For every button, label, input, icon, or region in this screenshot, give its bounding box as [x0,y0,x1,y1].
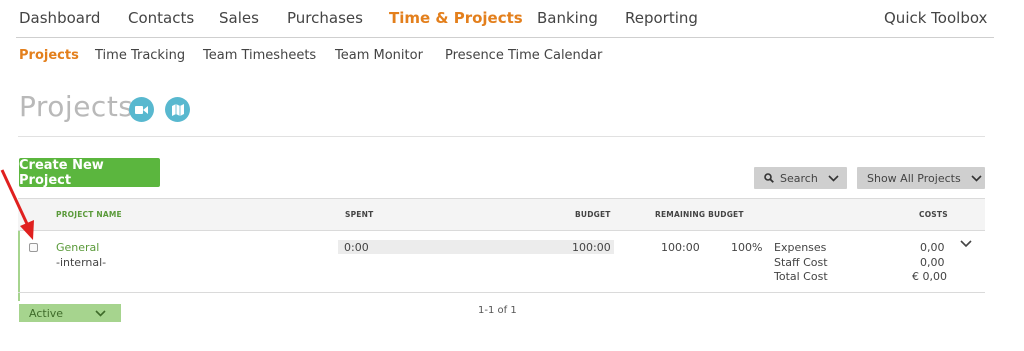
staff-cost-value: 0,00 [920,256,945,269]
table-header [18,198,985,231]
chevron-down-icon [971,174,982,182]
annotation-arrow-icon [0,169,34,240]
row-divider [18,292,985,293]
expand-row-chevron-icon[interactable] [960,240,972,248]
column-header-remaining-budget[interactable]: REMAINING BUDGET [655,210,744,219]
nav-reporting[interactable]: Reporting [625,9,698,27]
spent-value: 0:00 [344,241,369,254]
nav-contacts[interactable]: Contacts [128,9,194,27]
video-icon[interactable] [129,97,154,122]
nav-divider [16,37,994,38]
nav-quick-toolbox[interactable]: Quick Toolbox [884,9,987,27]
subnav-team-monitor[interactable]: Team Monitor [335,48,423,63]
map-icon[interactable] [165,97,190,122]
project-client: -internal- [56,256,107,269]
status-filter-value: Active [29,306,64,320]
pagination-info: 1-1 of 1 [478,305,517,316]
expenses-label: Expenses [774,241,827,254]
status-filter-select[interactable]: Active [19,304,121,322]
remaining-budget-value: 100:00 [661,241,700,254]
total-cost-label: Total Cost [774,270,828,283]
search-icon [764,173,774,183]
page-title: Projects [19,90,134,123]
nav-time-projects[interactable]: Time & Projects [389,9,523,27]
total-cost-value: € 0,00 [912,270,947,283]
subnav-time-tracking[interactable]: Time Tracking [95,48,185,63]
chevron-down-icon [828,174,839,182]
show-all-projects-dropdown[interactable]: Show All Projects [857,167,985,189]
column-header-spent[interactable]: SPENT [345,210,373,219]
nav-sales[interactable]: Sales [219,9,259,27]
expenses-value: 0,00 [920,241,945,254]
chevron-down-icon [95,309,106,317]
nav-dashboard[interactable]: Dashboard [19,9,100,27]
title-divider [18,136,985,137]
subnav-projects[interactable]: Projects [19,48,79,63]
search-dropdown-button[interactable]: Search [754,167,847,189]
nav-purchases[interactable]: Purchases [287,9,363,27]
column-header-project-name[interactable]: PROJECT NAME [56,210,122,219]
project-name-link[interactable]: General [56,241,99,254]
remaining-budget-percent: 100% [731,241,763,254]
filter-label: Show All Projects [867,171,961,185]
subnav-team-timesheets[interactable]: Team Timesheets [203,48,316,63]
budget-value: 100:00 [572,241,611,254]
staff-cost-label: Staff Cost [774,256,828,269]
main-navigation: Dashboard Contacts Sales Purchases Time … [0,0,1024,38]
column-header-costs[interactable]: COSTS [919,210,948,219]
nav-banking[interactable]: Banking [537,9,598,27]
subnav-presence-time-calendar[interactable]: Presence Time Calendar [445,48,602,63]
column-header-budget[interactable]: BUDGET [575,210,611,219]
search-label: Search [780,171,818,185]
